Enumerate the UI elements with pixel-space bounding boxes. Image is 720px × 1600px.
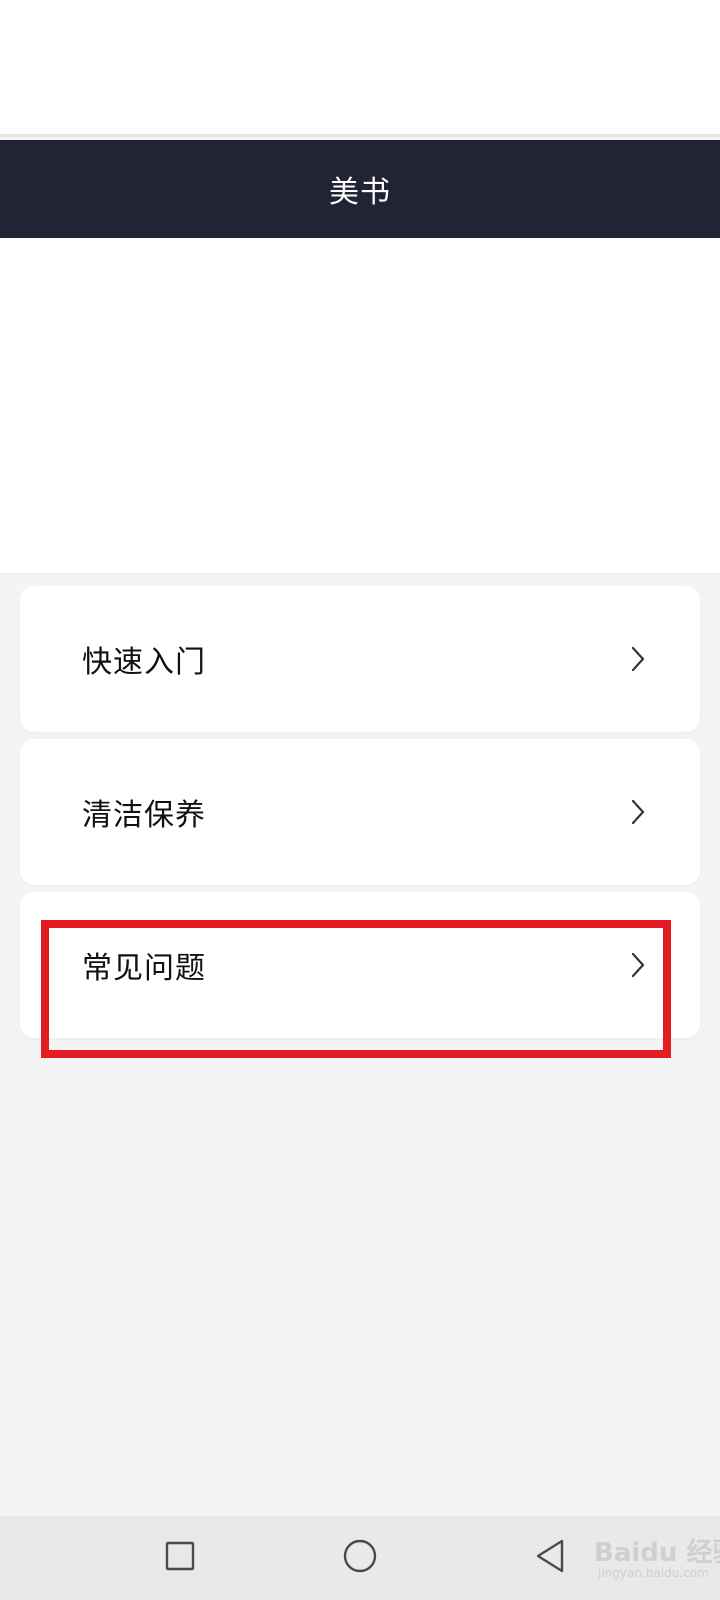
recent-apps-button[interactable] [140,1516,220,1600]
menu-item-label: 快速入门 [82,645,206,680]
chevron-right-icon [628,645,648,673]
watermark-text: Baidu 经验 [594,1538,720,1568]
banner-area [0,238,720,574]
chevron-right-icon [628,798,648,826]
title-bar: 美书 [0,140,720,238]
menu-item-label: 清洁保养 [82,798,206,833]
status-bar-area [0,0,720,137]
watermark-url: jingyan.baidu.com [598,1566,709,1580]
menu-item-quick-start[interactable]: 快速入门 [20,586,700,732]
back-button[interactable] [510,1516,590,1600]
recent-apps-icon [165,1541,195,1575]
menu-item-label: 常见问题 [82,951,206,986]
menu-item-cleaning-maintenance[interactable]: 清洁保养 [20,739,700,885]
menu-item-faq[interactable]: 常见问题 [20,892,700,1038]
chevron-right-icon [628,951,648,979]
home-button[interactable] [320,1516,400,1600]
page-title: 美书 [329,175,391,210]
home-icon [343,1539,377,1577]
back-icon [534,1539,566,1577]
baidu-jingyan-watermark: Baidu 经验 jingyan.baidu.com [590,1530,720,1590]
